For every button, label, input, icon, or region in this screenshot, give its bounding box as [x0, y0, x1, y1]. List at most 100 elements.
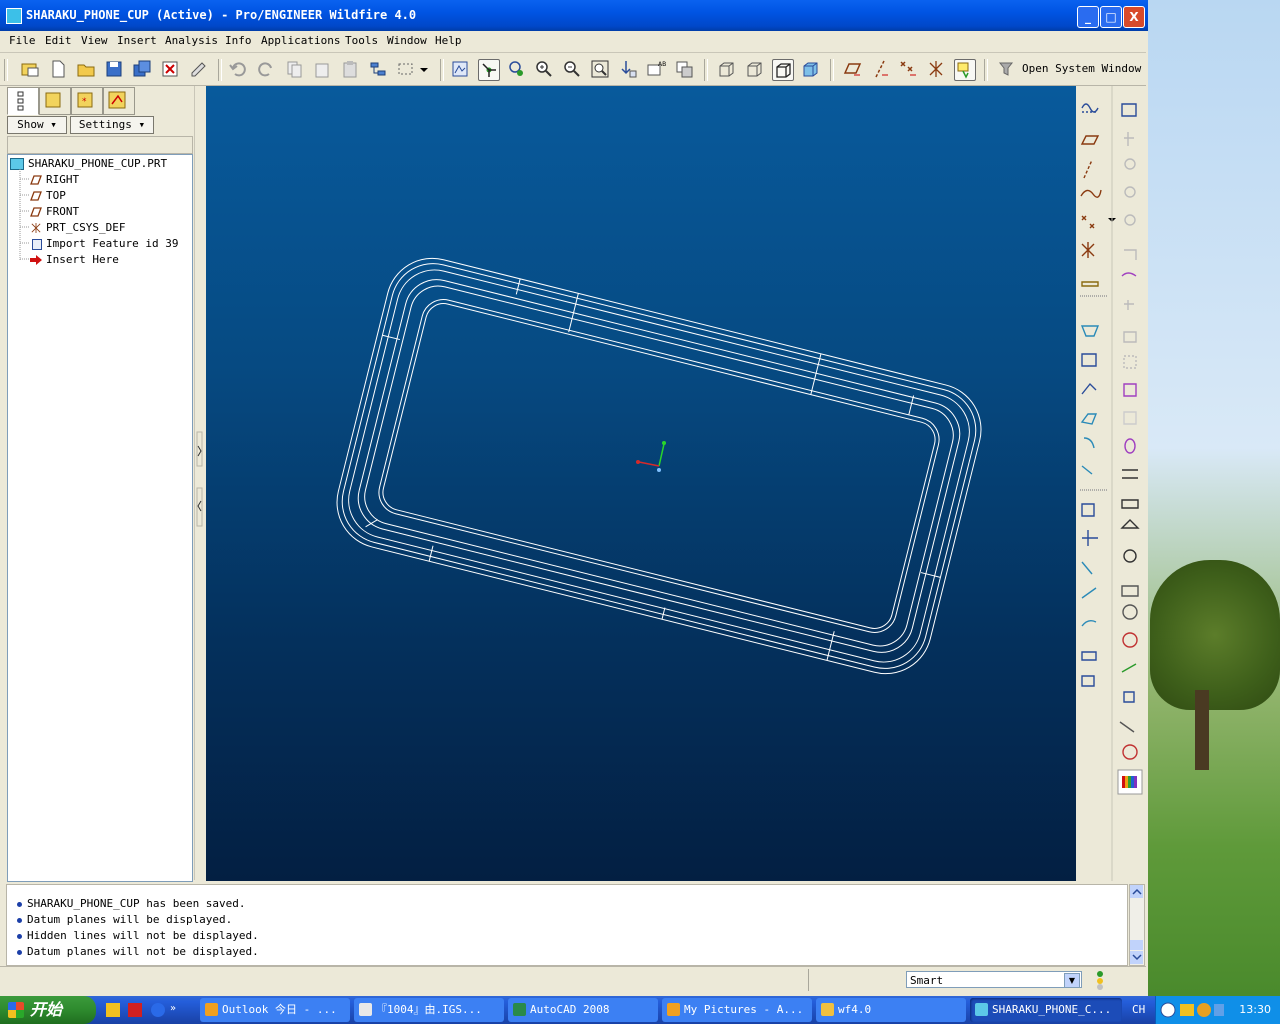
import-feature-icon — [32, 238, 42, 250]
navigator-panel: * Show ▾ Settings ▾ SHARAKU_PHONE_CUP.PR… — [4, 86, 194, 882]
bullet-icon — [17, 917, 22, 923]
app-icon — [6, 8, 22, 24]
tree-item-insert-here[interactable]: Insert Here — [30, 253, 119, 269]
repaint-icon[interactable] — [450, 59, 470, 79]
language-indicator[interactable]: CH — [1132, 1003, 1145, 1016]
csys-display-icon[interactable] — [926, 59, 946, 79]
save-copy-icon[interactable] — [132, 59, 152, 79]
selection-dropdown-icon[interactable] — [418, 59, 430, 79]
tab-favorites[interactable]: * — [71, 87, 103, 115]
print-icon[interactable] — [188, 59, 208, 79]
taskbar-item[interactable]: Outlook 今日 - ... — [200, 998, 350, 1022]
model-tree: SHARAKU_PHONE_CUP.PRT RIGHT TOP FRONT PR… — [7, 154, 193, 882]
graphics-window[interactable] — [206, 86, 1076, 881]
menu-window[interactable]: Window — [387, 34, 427, 47]
taskbar-item[interactable]: wf4.0 — [816, 998, 966, 1022]
main-toolbar: AB Open System Window — [0, 53, 1146, 86]
panel-splitter[interactable] — [194, 86, 205, 880]
menu-info[interactable]: Info — [225, 34, 252, 47]
menu-insert[interactable]: Insert — [117, 34, 157, 47]
open-file-icon[interactable] — [76, 59, 96, 79]
zoom-out-icon[interactable] — [562, 59, 582, 79]
tree-item-part[interactable]: SHARAKU_PHONE_CUP.PRT — [10, 157, 167, 173]
maximize-button[interactable]: □ — [1100, 6, 1122, 28]
command-search-icon[interactable] — [996, 59, 1016, 79]
show-dropdown[interactable]: Show ▾ — [7, 116, 67, 134]
menu-view[interactable]: View — [81, 34, 108, 47]
close-window-icon[interactable] — [160, 59, 180, 79]
tab-connections[interactable] — [103, 87, 135, 115]
taskbar-item[interactable]: My Pictures - A... — [662, 998, 812, 1022]
selection-box-icon[interactable] — [396, 59, 416, 79]
tab-folder-browser[interactable] — [39, 87, 71, 115]
tree-item-right[interactable]: RIGHT — [30, 173, 79, 189]
new-file-icon[interactable] — [48, 59, 68, 79]
menu-help[interactable]: Help — [435, 34, 462, 47]
settings-label: Settings — [78, 118, 132, 131]
refit-icon[interactable] — [590, 59, 610, 79]
tree-item-front[interactable]: FRONT — [30, 205, 79, 221]
working-directory-icon[interactable] — [20, 59, 40, 79]
start-button[interactable]: 开始 — [0, 996, 96, 1024]
orient-mode-icon[interactable] — [506, 59, 526, 79]
taskbar-item-active[interactable]: SHARAKU_PHONE_C... — [970, 998, 1122, 1022]
datum-planes-display-icon[interactable] — [842, 59, 862, 79]
tree-item-csys[interactable]: PRT_CSYS_DEF — [30, 221, 125, 237]
bullet-icon — [17, 933, 22, 939]
menu-edit[interactable]: Edit — [45, 34, 72, 47]
datum-axes-display-icon[interactable] — [870, 59, 890, 79]
no-hidden-icon[interactable] — [772, 59, 794, 81]
hidden-line-icon[interactable] — [744, 59, 764, 79]
datum-points-display-icon[interactable] — [898, 59, 918, 79]
view-manager-icon[interactable] — [674, 59, 694, 79]
settings-dropdown[interactable]: Settings ▾ — [70, 116, 154, 134]
spin-center-icon[interactable] — [478, 59, 500, 81]
tree-item-import-feature[interactable]: Import Feature id 39 — [30, 237, 178, 253]
redo-icon[interactable] — [256, 59, 276, 79]
zoom-in-icon[interactable] — [534, 59, 554, 79]
saved-views-icon[interactable]: AB — [646, 59, 666, 79]
save-icon[interactable] — [104, 59, 124, 79]
shading-icon[interactable] — [800, 59, 820, 79]
cut-icon[interactable] — [284, 59, 304, 79]
folder-icon — [821, 1003, 834, 1016]
message-scrollbar[interactable] — [1129, 884, 1145, 966]
message-line: Datum planes will not be displayed. — [17, 945, 259, 958]
quick-launch-icons[interactable]: » — [106, 1001, 186, 1019]
paste-icon[interactable] — [340, 59, 360, 79]
window-title: SHARAKU_PHONE_CUP (Active) - Pro/ENGINEE… — [26, 8, 417, 22]
regenerate-icon[interactable] — [368, 59, 388, 79]
menu-analysis[interactable]: Analysis — [165, 34, 218, 47]
svg-text:*: * — [82, 97, 87, 107]
menu-applications[interactable]: Applications — [261, 34, 340, 47]
undo-icon[interactable] — [228, 59, 248, 79]
taskbar-item[interactable]: AutoCAD 2008 — [508, 998, 658, 1022]
menu-bar: File Edit View Insert Analysis Info Appl… — [0, 31, 1146, 53]
title-bar[interactable]: SHARAKU_PHONE_CUP (Active) - Pro/ENGINEE… — [0, 0, 1148, 31]
toolbar-separator — [984, 59, 988, 81]
open-system-window-button[interactable]: Open System Window — [1022, 62, 1141, 75]
selection-filter-select[interactable]: Smart ▼ — [906, 971, 1082, 988]
status-bar: Smart ▼ — [0, 966, 1146, 995]
reorient-icon[interactable] — [618, 59, 638, 79]
annotation-display-icon[interactable] — [954, 59, 976, 81]
taskbar-item[interactable]: 『1004』由.IGS... — [354, 998, 504, 1022]
pictures-icon — [667, 1003, 680, 1016]
tree-item-label: Import Feature id 39 — [46, 237, 179, 250]
tree-item-label: RIGHT — [46, 173, 80, 186]
message-log: SHARAKU_PHONE_CUP has been saved. Datum … — [6, 884, 1128, 966]
csys-triad — [636, 441, 666, 472]
tree-item-label: FRONT — [46, 205, 80, 218]
minimize-button[interactable]: _ — [1077, 6, 1099, 28]
feature-toolbar-icons — [1080, 86, 1143, 881]
menu-file[interactable]: File — [9, 34, 36, 47]
menu-tools[interactable]: Tools — [345, 34, 378, 47]
system-tray: 13:30 — [1155, 996, 1280, 1024]
feature-toolbar — [1076, 86, 1146, 881]
close-button[interactable]: X — [1123, 6, 1145, 28]
copy-icon[interactable] — [312, 59, 332, 79]
tray-icons[interactable] — [1160, 1001, 1226, 1019]
tab-model-tree[interactable] — [7, 87, 39, 115]
wireframe-icon[interactable] — [716, 59, 736, 79]
tree-item-top[interactable]: TOP — [30, 189, 66, 205]
